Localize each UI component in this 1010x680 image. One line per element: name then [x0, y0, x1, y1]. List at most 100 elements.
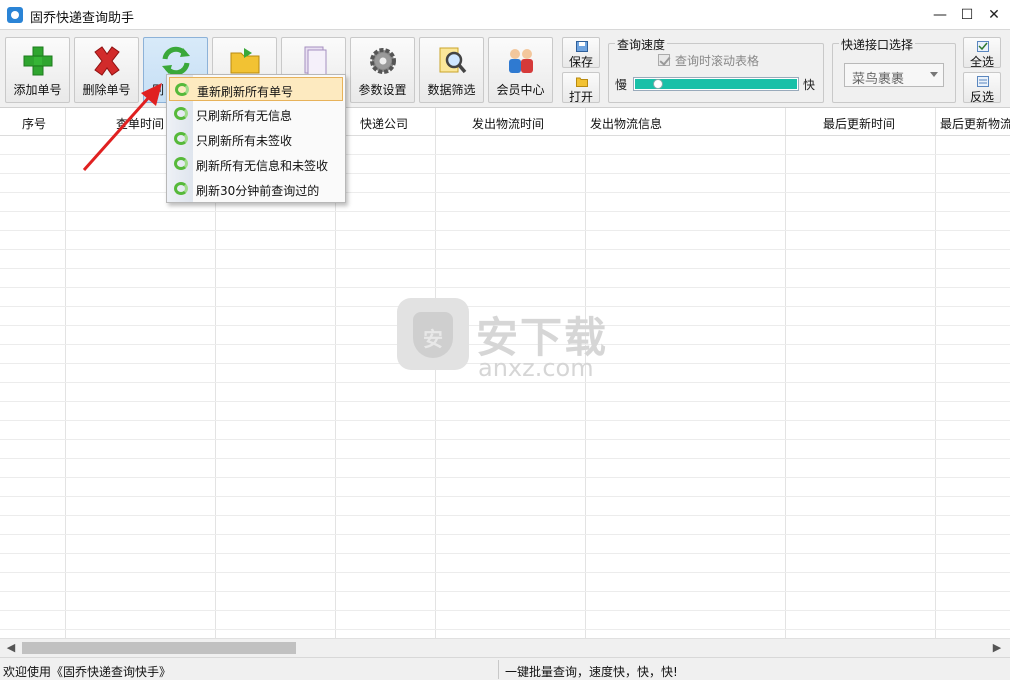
select-all-label: 全选	[969, 55, 994, 69]
settings-label: 参数设置	[358, 83, 407, 97]
api-select-group: 快递接口选择 菜鸟裹裹	[832, 36, 956, 103]
speed-slider-thumb[interactable]	[653, 79, 663, 89]
app-icon	[7, 7, 23, 23]
column-header-ship-time[interactable]: 发出物流时间	[472, 115, 544, 132]
red-x-icon	[94, 46, 120, 76]
menu-item-label: 重新刷新所有单号	[197, 85, 294, 99]
refresh-icon	[174, 132, 188, 145]
column-header-index[interactable]: 序号	[22, 115, 46, 132]
maximize-button[interactable]: ☐	[953, 0, 981, 30]
menu-item-label: 只刷新所有未签收	[196, 134, 293, 148]
menu-item-refresh-unsigned[interactable]: 只刷新所有未签收	[169, 127, 343, 151]
add-number-button[interactable]: 添加单号	[5, 37, 70, 103]
gear-icon	[370, 48, 396, 74]
refresh-icon	[174, 107, 188, 120]
select-all-button[interactable]: 全选	[963, 37, 1001, 69]
row-divider	[0, 268, 1010, 269]
column-header-last-update-time[interactable]: 最后更新时间	[823, 115, 895, 132]
refresh-icon	[175, 83, 189, 96]
row-divider	[0, 458, 1010, 459]
row-divider	[0, 439, 1010, 440]
column-divider	[935, 108, 936, 638]
row-divider	[0, 496, 1010, 497]
column-header-courier[interactable]: 快递公司	[360, 115, 408, 132]
row-divider	[0, 477, 1010, 478]
invert-select-button[interactable]: 反选	[963, 72, 1001, 104]
settings-button[interactable]: 参数设置	[350, 37, 415, 103]
scroll-left-icon[interactable]: ◀	[4, 640, 18, 656]
api-dropdown-value: 菜鸟裹裹	[852, 72, 905, 87]
menu-item-label: 刷新所有无信息和未签收	[196, 159, 329, 173]
folder-icon	[230, 48, 260, 74]
chevron-down-icon	[930, 72, 938, 77]
speed-slider[interactable]	[633, 77, 799, 91]
column-header-ship-info[interactable]: 发出物流信息	[590, 115, 662, 132]
scrollbar-thumb[interactable]	[22, 642, 296, 654]
row-divider	[0, 553, 1010, 554]
member-center-button[interactable]: 会员中心	[488, 37, 553, 103]
select-all-icon	[977, 41, 989, 52]
save-icon	[576, 41, 588, 52]
menu-item-refresh-no-info-and-unsigned[interactable]: 刷新所有无信息和未签收	[169, 152, 343, 176]
watermark-logo: 安	[397, 298, 469, 370]
scroll-table-label: 查询时滚动表格	[675, 54, 760, 68]
menu-item-refresh-30min[interactable]: 刷新30分钟前查询过的	[169, 177, 343, 201]
column-divider	[785, 108, 786, 638]
row-divider	[0, 249, 1010, 250]
row-divider	[0, 515, 1010, 516]
search-document-icon	[439, 47, 467, 74]
invert-select-icon	[977, 76, 989, 87]
refresh-icon	[162, 46, 190, 76]
scroll-right-icon[interactable]: ▶	[990, 640, 1004, 656]
filter-label: 数据筛选	[427, 83, 476, 97]
refresh-dropdown-menu: 重新刷新所有单号 只刷新所有无信息 只刷新所有未签收 刷新所有无信息和未签收 刷…	[166, 74, 346, 203]
row-divider	[0, 629, 1010, 630]
data-table[interactable]: 序号 查单时间 快递公司 发出物流时间 发出物流信息 最后更新时间 最后更新物流…	[0, 107, 1010, 638]
status-bar: 欢迎使用《固乔快递查询快手》 一键批量查询，速度快，快，快!	[0, 657, 1010, 680]
save-label: 保存	[568, 55, 593, 69]
minimize-button[interactable]: —	[926, 0, 954, 30]
menu-item-refresh-no-info[interactable]: 只刷新所有无信息	[169, 102, 343, 126]
row-divider	[0, 401, 1010, 402]
row-divider	[0, 591, 1010, 592]
open-folder-icon	[576, 77, 588, 87]
add-number-label: 添加单号	[13, 83, 62, 97]
row-divider	[0, 572, 1010, 573]
row-divider	[0, 287, 1010, 288]
title-bar: 固乔快递查询助手 — ☐ ✕	[0, 0, 1010, 30]
close-button[interactable]: ✕	[980, 0, 1008, 30]
row-divider	[0, 534, 1010, 535]
open-button[interactable]: 打开	[562, 72, 600, 104]
status-divider	[498, 660, 499, 679]
save-button[interactable]: 保存	[562, 37, 600, 69]
status-slogan: 一键批量查询，速度快，快，快!	[505, 665, 678, 679]
fast-label: 快	[803, 78, 816, 92]
document-icon	[304, 46, 327, 77]
column-divider	[65, 108, 66, 638]
watermark-badge-text: 安	[423, 327, 443, 351]
invert-select-label: 反选	[969, 90, 994, 104]
menu-item-label: 只刷新所有无信息	[196, 109, 293, 123]
green-plus-icon	[23, 46, 53, 76]
status-welcome: 欢迎使用《固乔快递查询快手》	[3, 665, 172, 679]
watermark-url: anxz.com	[478, 354, 594, 382]
column-divider	[435, 108, 436, 638]
filter-button[interactable]: 数据筛选	[419, 37, 484, 103]
member-center-label: 会员中心	[496, 83, 545, 97]
row-divider	[0, 610, 1010, 611]
menu-item-refresh-all[interactable]: 重新刷新所有单号	[169, 77, 343, 101]
query-speed-group: 查询速度 查询时滚动表格 慢 快	[608, 36, 824, 103]
query-speed-title: 查询速度	[615, 36, 668, 53]
refresh-icon	[174, 157, 188, 170]
row-divider	[0, 420, 1010, 421]
api-dropdown[interactable]: 菜鸟裹裹	[844, 63, 944, 87]
horizontal-scrollbar[interactable]: ◀ ▶	[0, 638, 1010, 656]
shield-icon: 安	[413, 312, 453, 358]
column-header-last-update-info[interactable]: 最后更新物流	[940, 115, 1010, 132]
row-divider	[0, 192, 1010, 193]
menu-item-label: 刷新30分钟前查询过的	[196, 184, 320, 198]
api-select-title: 快递接口选择	[839, 36, 916, 53]
annotation-arrow-icon	[82, 83, 162, 171]
row-divider	[0, 382, 1010, 383]
scroll-table-checkbox[interactable]	[658, 54, 670, 66]
